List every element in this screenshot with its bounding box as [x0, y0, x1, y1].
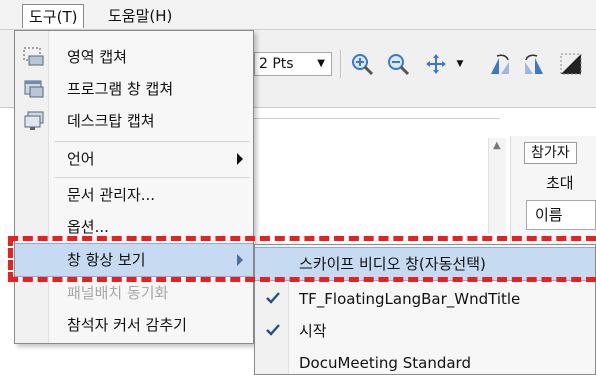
menu-item-hide-attendee-cursor[interactable]: 참석자 커서 감추기	[15, 309, 253, 341]
menu-item-label: 문서 관리자...	[67, 186, 156, 204]
name-column-header[interactable]: 이름	[526, 200, 596, 230]
menu-item-desktop-capture[interactable]: 데스크탑 캡쳐	[15, 105, 253, 137]
toolbar-divider	[340, 50, 341, 78]
submenu-item-start[interactable]: 시작	[255, 315, 595, 347]
divider	[240, 118, 500, 119]
checkmark-icon	[265, 290, 281, 306]
submenu-item-documeeting-standard[interactable]: DocuMeeting Standard	[255, 347, 595, 375]
menu-separator	[55, 141, 249, 142]
invite-button[interactable]: 초대	[546, 172, 574, 193]
menu-item-label: 참석자 커서 감추기	[67, 316, 187, 334]
area-capture-icon	[23, 47, 45, 67]
scroll-up-icon[interactable]: ▲	[493, 140, 501, 151]
menu-item-label: 데스크탑 캡쳐	[67, 112, 155, 130]
pan-move-icon[interactable]	[422, 50, 450, 78]
pen-width-value: 2 Pts	[259, 56, 294, 72]
submenu-item-label: 시작	[299, 322, 327, 340]
zoom-in-icon[interactable]	[348, 50, 376, 78]
submenu-item-tf-floating-langbar[interactable]: TF_FloatingLangBar_WndTitle	[255, 283, 595, 315]
menu-item-label: 영역 캡쳐	[67, 48, 127, 66]
submenu-item-label: TF_FloatingLangBar_WndTitle	[299, 290, 521, 308]
menu-tools[interactable]: 도구(T)	[22, 4, 85, 28]
menu-help[interactable]: 도움말(H)	[102, 4, 178, 28]
submenu-arrow-icon	[237, 153, 243, 165]
menu-item-language[interactable]: 언어	[15, 143, 253, 175]
window-capture-icon	[23, 79, 45, 99]
menu-item-label: 프로그램 창 캡쳐	[67, 80, 174, 98]
fill-shape-icon[interactable]	[558, 50, 586, 78]
checkmark-icon	[265, 322, 281, 338]
menu-separator	[55, 177, 249, 178]
tab-participants[interactable]: 참가자	[524, 142, 577, 164]
tools-menu: 영역 캡쳐 프로그램 창 캡쳐 데스크탑 캡쳐 언어 문서 관리자... 옵션.…	[14, 30, 254, 344]
menu-item-area-capture[interactable]: 영역 캡쳐	[15, 41, 253, 73]
menubar: 도구(T) 도움말(H)	[0, 0, 596, 30]
rotate-right-icon[interactable]	[520, 50, 548, 78]
menu-item-document-manager[interactable]: 문서 관리자...	[15, 179, 253, 211]
highlight-annotation	[8, 236, 596, 282]
menu-item-label: 언어	[67, 150, 95, 168]
desktop-capture-icon	[23, 111, 45, 131]
submenu-item-label: DocuMeeting Standard	[299, 354, 471, 372]
rotate-left-icon[interactable]	[486, 50, 514, 78]
chevron-down-icon: ▼	[317, 58, 325, 69]
menu-item-window-capture[interactable]: 프로그램 창 캡쳐	[15, 73, 253, 105]
pen-width-select[interactable]: 2 Pts ▼	[254, 52, 332, 76]
zoom-out-icon[interactable]	[384, 50, 412, 78]
vertical-scrollbar[interactable]: ▲	[488, 138, 506, 234]
chevron-down-icon[interactable]: ▼	[452, 50, 468, 78]
